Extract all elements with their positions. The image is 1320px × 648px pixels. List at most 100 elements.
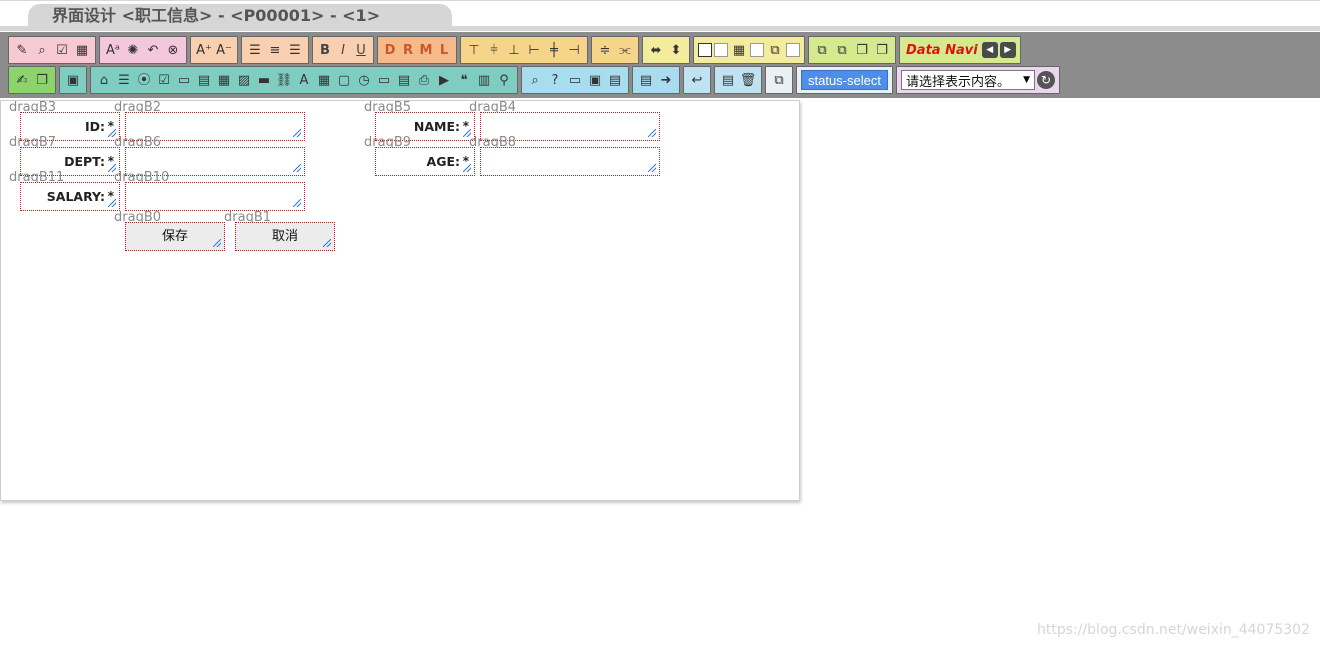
tv-icon[interactable]: ▭ bbox=[566, 71, 584, 89]
salary-label-cell[interactable]: SALARY: * bbox=[20, 182, 120, 211]
blank-box-icon[interactable] bbox=[714, 43, 728, 57]
video-icon[interactable]: ▶ bbox=[435, 71, 453, 89]
import-icon[interactable]: ➜ bbox=[657, 71, 675, 89]
list-icon[interactable]: ☰ bbox=[115, 71, 133, 89]
table-grid-icon[interactable]: ▦ bbox=[730, 41, 748, 59]
grid-form-icon[interactable]: ▦ bbox=[73, 41, 91, 59]
send-back-icon[interactable]: ⧉ bbox=[833, 41, 851, 59]
chart-icon[interactable]: ▥ bbox=[475, 71, 493, 89]
prev-icon[interactable]: ◀ bbox=[981, 42, 998, 58]
save-label: 保存 bbox=[161, 229, 188, 244]
align-right-edge-icon[interactable]: ⊣ bbox=[565, 41, 583, 59]
resize-handle-icon[interactable] bbox=[648, 129, 656, 137]
align-center-v-icon[interactable]: ╪ bbox=[545, 41, 563, 59]
brush-icon[interactable]: ✍ bbox=[13, 71, 31, 89]
label-icon[interactable]: A bbox=[295, 71, 313, 89]
input-icon[interactable]: ▭ bbox=[375, 71, 393, 89]
stamp-icon[interactable]: ⌂ bbox=[95, 71, 113, 89]
format-m-button[interactable]: M bbox=[418, 41, 434, 59]
align-left-edge-icon[interactable]: ⊢ bbox=[525, 41, 543, 59]
resize-handle-icon[interactable] bbox=[648, 164, 656, 172]
printer-icon[interactable]: ⎙ bbox=[415, 71, 433, 89]
resize-handle-icon[interactable] bbox=[293, 164, 301, 172]
copy-pages-icon[interactable]: ❐ bbox=[33, 71, 51, 89]
radio-icon[interactable]: ⦿ bbox=[135, 71, 153, 89]
same-height-icon[interactable]: ⬍ bbox=[667, 41, 685, 59]
align-bottom-icon[interactable]: ⊥ bbox=[505, 41, 523, 59]
age-label-cell[interactable]: AGE: * bbox=[375, 147, 475, 176]
next-icon[interactable]: ▶ bbox=[999, 42, 1016, 58]
text-style-icon[interactable]: Aᵃ bbox=[104, 41, 122, 59]
format-r-button[interactable]: R bbox=[400, 41, 416, 59]
distribute-vertical-icon[interactable]: ≑ bbox=[596, 41, 614, 59]
bar-icon[interactable]: ▬ bbox=[255, 71, 273, 89]
rectangle-icon[interactable]: ▢ bbox=[335, 71, 353, 89]
paste-icon[interactable]: ⧉ bbox=[766, 41, 784, 59]
wheel-icon[interactable]: ✺ bbox=[124, 41, 142, 59]
close-window-icon[interactable]: ⧉ bbox=[770, 71, 788, 89]
underline-icon[interactable]: U bbox=[353, 41, 369, 59]
display-content-select[interactable]: 请选择表示内容。 ▼ bbox=[900, 70, 1035, 90]
resize-handle-icon[interactable] bbox=[213, 239, 221, 247]
age-input[interactable] bbox=[480, 147, 660, 176]
export-icon[interactable]: ▤ bbox=[637, 71, 655, 89]
keyboard-icon[interactable]: ▤ bbox=[719, 71, 737, 89]
search-icon[interactable]: ⌕ bbox=[33, 41, 51, 59]
checkbox-control-icon[interactable]: ☑ bbox=[155, 71, 173, 89]
format-d-button[interactable]: D bbox=[382, 41, 398, 59]
align-center-icon[interactable]: ≡ bbox=[266, 41, 284, 59]
font-decrease-icon[interactable]: A⁻ bbox=[215, 41, 233, 59]
trash-icon[interactable]: 🗑 bbox=[739, 71, 757, 89]
window-icon[interactable]: ▣ bbox=[64, 71, 82, 89]
italic-icon[interactable]: I bbox=[335, 41, 351, 59]
resize-handle-icon[interactable] bbox=[323, 239, 331, 247]
bold-icon[interactable]: B bbox=[317, 41, 333, 59]
align-top-icon[interactable]: ⊤ bbox=[465, 41, 483, 59]
bring-front-icon[interactable]: ⧉ bbox=[813, 41, 831, 59]
refresh-icon[interactable]: ↻ bbox=[1036, 71, 1055, 89]
frame-control-icon[interactable]: ▣ bbox=[586, 71, 604, 89]
image-icon[interactable]: ▨ bbox=[235, 71, 253, 89]
cancel-circle-icon[interactable]: ⊗ bbox=[164, 41, 182, 59]
dept-label: DEPT: bbox=[64, 154, 105, 169]
checkbox-icon[interactable]: ☑ bbox=[53, 41, 71, 59]
textbox-icon[interactable]: ▭ bbox=[175, 71, 193, 89]
form-icon[interactable]: ▤ bbox=[195, 71, 213, 89]
clock-icon[interactable]: ◷ bbox=[355, 71, 373, 89]
resize-handle-icon[interactable] bbox=[108, 199, 116, 207]
design-canvas[interactable]: dragB3 dragB2 dragB5 dragB4 ID: * NAME: … bbox=[0, 100, 800, 501]
undo-icon[interactable]: ↩ bbox=[688, 71, 706, 89]
status-select-button[interactable]: status-select bbox=[801, 70, 888, 90]
table-icon[interactable]: ▦ bbox=[315, 71, 333, 89]
align-right-icon[interactable]: ☰ bbox=[286, 41, 304, 59]
resize-handle-icon[interactable] bbox=[463, 164, 471, 172]
blank-box-icon-2[interactable] bbox=[750, 43, 764, 57]
save-icon[interactable]: ▤ bbox=[606, 71, 624, 89]
font-increase-icon[interactable]: A⁺ bbox=[195, 41, 213, 59]
blank-box-icon-3[interactable] bbox=[786, 43, 800, 57]
zoom-icon[interactable]: ⌕ bbox=[526, 71, 544, 89]
link-icon[interactable]: ⛓ bbox=[275, 71, 293, 89]
undo-arrow-icon[interactable]: ↶ bbox=[144, 41, 162, 59]
pencil-icon[interactable]: ✎ bbox=[13, 41, 31, 59]
align-middle-icon[interactable]: ⫩ bbox=[485, 41, 503, 59]
resize-handle-icon[interactable] bbox=[293, 129, 301, 137]
tab-design-view[interactable]: 界面设计 <职工信息> - <P00001> - <1> bbox=[28, 4, 452, 28]
format-l-button[interactable]: L bbox=[436, 41, 452, 59]
send-backward-icon[interactable]: ❐ bbox=[873, 41, 891, 59]
help-icon[interactable]: ? bbox=[546, 71, 564, 89]
salary-input[interactable] bbox=[125, 182, 305, 211]
resize-handle-icon[interactable] bbox=[293, 199, 301, 207]
map-pin-icon[interactable]: ⚲ bbox=[495, 71, 513, 89]
align-left-icon[interactable]: ☰ bbox=[246, 41, 264, 59]
document-icon[interactable]: ▤ bbox=[395, 71, 413, 89]
calendar-icon[interactable]: ▦ bbox=[215, 71, 233, 89]
cancel-button[interactable]: 取消 bbox=[235, 222, 335, 251]
distribute-horizontal-icon[interactable]: ⫘ bbox=[616, 41, 634, 59]
delete-group: ▤ 🗑 bbox=[714, 66, 762, 94]
same-width-icon[interactable]: ⬌ bbox=[647, 41, 665, 59]
frame-icon[interactable] bbox=[698, 43, 712, 57]
bring-forward-icon[interactable]: ❐ bbox=[853, 41, 871, 59]
save-button[interactable]: 保存 bbox=[125, 222, 225, 251]
comment-icon[interactable]: ❝ bbox=[455, 71, 473, 89]
